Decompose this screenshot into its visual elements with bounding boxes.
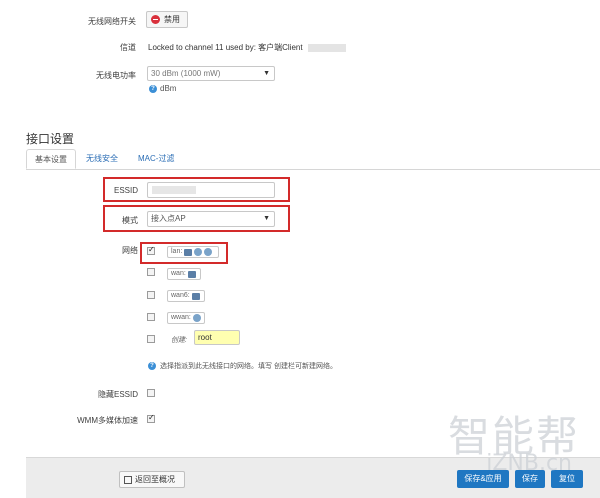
wifi-icon <box>192 314 201 322</box>
network-icon <box>184 248 193 256</box>
network-tag-wan6: wan6: <box>167 290 205 302</box>
hide-essid-label: 隐藏ESSID <box>97 390 138 399</box>
redacted-block <box>307 43 346 52</box>
mode-select[interactable]: 接入点AP ▼ <box>147 211 275 227</box>
disable-button[interactable]: 禁用 <box>146 11 188 28</box>
network-tag-wwan: wwan: <box>167 312 205 324</box>
wmm-label: WMM多媒体加速 <box>77 416 138 425</box>
channel-label: 信道 <box>120 43 136 52</box>
tab-basic[interactable]: 基本设置 <box>26 149 76 169</box>
wifi-icon <box>204 248 213 256</box>
network-label: 网络 <box>122 246 138 255</box>
network-checkbox-lan[interactable] <box>147 245 155 255</box>
tab-security[interactable]: 无线安全 <box>78 149 126 169</box>
caret-down-icon: ▼ <box>263 215 270 222</box>
essid-input[interactable] <box>147 182 275 198</box>
network-icon <box>187 270 196 278</box>
power-select[interactable]: 30 dBm (1000 mW) ▼ <box>147 66 275 81</box>
network-tag-wan: wan: <box>167 268 201 280</box>
network-checkbox-create[interactable] <box>147 335 155 343</box>
network-checkbox-wan6[interactable] <box>147 291 155 299</box>
wifi-icon <box>194 248 203 256</box>
channel-value: Locked to channel 11 used by: 客户端Client <box>148 42 346 53</box>
network-tag-lan: lan: <box>167 246 219 258</box>
stop-icon <box>151 15 160 24</box>
interface-settings-title: 接口设置 <box>26 132 75 146</box>
tab-mac-filter[interactable]: MAC-过滤 <box>130 149 182 169</box>
essid-label: ESSID <box>113 186 138 195</box>
create-label: 创建: <box>171 337 187 344</box>
help-icon: ? <box>148 362 156 370</box>
hide-essid-checkbox[interactable] <box>147 389 155 397</box>
network-checkbox-wwan[interactable] <box>147 313 155 321</box>
network-checkbox-wan[interactable] <box>147 268 155 276</box>
network-help: ? 选择指派到此无线接口的网络。填写 创建栏可新建网络。 <box>148 361 337 371</box>
wmm-checkbox[interactable] <box>147 413 155 423</box>
caret-down-icon: ▼ <box>263 70 270 77</box>
back-icon <box>124 475 132 484</box>
watermark-domain: iZNB.cn <box>486 451 572 476</box>
network-icon <box>191 292 200 300</box>
power-help: ? dBm <box>149 84 176 93</box>
power-label: 无线电功率 <box>96 71 136 80</box>
create-network-input[interactable]: root <box>194 330 240 345</box>
back-to-overview-button[interactable]: 返回至概况 <box>119 471 185 488</box>
disable-button-label: 禁用 <box>164 15 180 24</box>
wireless-switch-label: 无线网络开关 <box>88 17 136 26</box>
redacted-essid <box>152 186 196 194</box>
help-icon: ? <box>149 84 157 93</box>
interface-tabs: 基本设置 无线安全 MAC-过滤 <box>26 149 600 170</box>
mode-label: 模式 <box>122 216 138 225</box>
